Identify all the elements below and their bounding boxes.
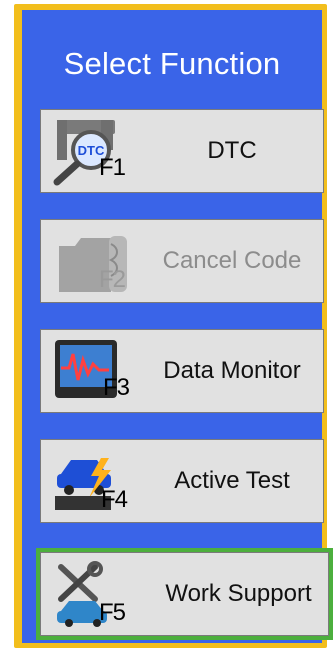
panel-title: Select Function — [63, 46, 281, 81]
f5-key-label: F5 — [99, 599, 126, 626]
active-test-button-label: Active Test — [174, 466, 290, 494]
data-monitor-icon — [55, 340, 117, 398]
work-support-button[interactable]: F5 Work Support — [40, 552, 329, 636]
cancel-code-button[interactable]: F2 Cancel Code — [40, 219, 324, 303]
f1-key-label: F1 — [99, 154, 126, 181]
dtc-button[interactable]: DTC F1 DTC — [40, 109, 324, 193]
active-test-icon — [55, 458, 111, 510]
cancel-code-button-label: Cancel Code — [162, 246, 302, 274]
active-test-button[interactable]: F4 Active Test — [40, 439, 324, 523]
data-monitor-button-label: Data Monitor — [163, 356, 301, 384]
f2-key-label: F2 — [99, 266, 126, 293]
select-function-panel: Select Function DTC F1 DTC F2 Cancel Cod… — [22, 10, 333, 643]
f3-key-label: F3 — [103, 374, 130, 401]
selected-highlight: F5 Work Support — [36, 548, 333, 640]
work-support-button-label: Work Support — [165, 579, 312, 607]
dtc-button-label: DTC — [207, 136, 257, 164]
f4-key-label: F4 — [101, 486, 128, 513]
data-monitor-button[interactable]: F3 Data Monitor — [40, 329, 324, 413]
